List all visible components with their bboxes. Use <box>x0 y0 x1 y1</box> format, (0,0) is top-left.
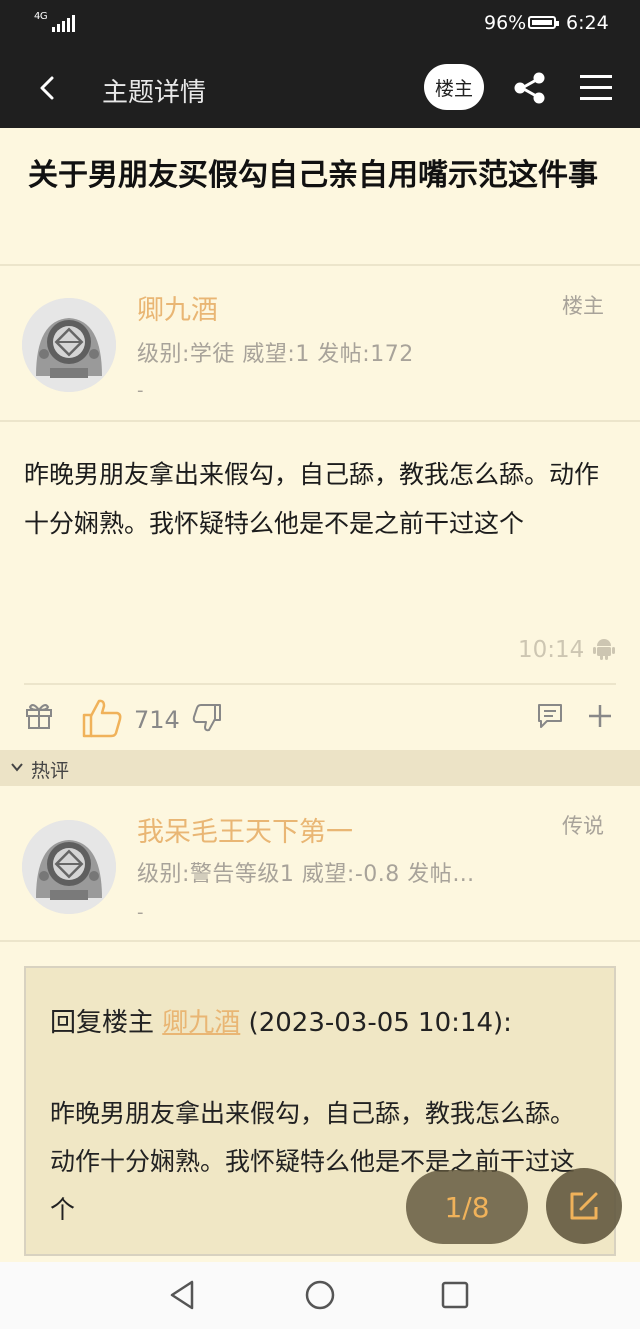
topic-title: 关于男朋友买假勾自己亲自用嘴示范这件事 <box>28 158 598 193</box>
author-name[interactable]: 卿九酒 <box>137 288 218 327</box>
chevron-down-icon <box>11 763 23 772</box>
reply-author-extra: - <box>137 902 144 923</box>
battery-percent: 96% <box>484 12 527 34</box>
android-icon <box>593 639 615 660</box>
author-extra: - <box>137 380 144 401</box>
nav-back-icon[interactable] <box>166 1278 200 1312</box>
quote-prefix: 回复楼主 <box>50 1008 163 1038</box>
comment-icon[interactable] <box>536 702 564 730</box>
page-indicator-button[interactable]: 1/8 <box>406 1170 528 1244</box>
post-time: 10:14 <box>518 637 585 663</box>
reply-author-stats: 级别:警告等级1 威望:-0.8 发帖… <box>137 862 475 887</box>
diver-helmet-icon <box>22 820 116 914</box>
diver-helmet-icon <box>22 298 116 392</box>
avatar[interactable] <box>22 298 116 392</box>
page-title: 主题详情 <box>102 78 207 108</box>
quote-header: 回复楼主 卿九酒 (2023-03-05 10:14): <box>50 1002 512 1039</box>
hot-comments-label: 热评 <box>31 760 70 782</box>
nav-home-icon[interactable] <box>303 1278 337 1312</box>
signal-icon <box>52 14 75 32</box>
status-bar: 4G 96% 6:24 <box>0 0 640 48</box>
reply-fab-button[interactable] <box>546 1168 622 1244</box>
gift-icon[interactable] <box>24 700 54 730</box>
thumbs-up-icon[interactable] <box>80 696 124 740</box>
network-label: 4G <box>34 11 48 22</box>
menu-icon[interactable] <box>578 72 614 104</box>
nav-recents-icon[interactable] <box>438 1278 472 1312</box>
like-count: 714 <box>134 706 180 734</box>
reply-author-role: 传说 <box>562 814 604 838</box>
quote-date: (2023-03-05 10:14): <box>240 1008 512 1038</box>
divider <box>0 940 640 942</box>
hot-comments-header[interactable]: 热评 <box>0 750 640 786</box>
app-header: 主题详情 楼主 <box>0 48 640 128</box>
share-icon[interactable] <box>510 68 550 108</box>
only-op-button[interactable]: 楼主 <box>424 64 484 110</box>
back-arrow-icon[interactable] <box>32 70 62 106</box>
quote-author-link[interactable]: 卿九酒 <box>162 1008 240 1038</box>
avatar[interactable] <box>22 820 116 914</box>
edit-icon <box>570 1192 598 1220</box>
battery-icon <box>528 16 559 29</box>
divider <box>0 420 640 422</box>
system-nav-bar <box>0 1262 640 1329</box>
author-role: 楼主 <box>562 294 604 318</box>
author-stats: 级别:学徒 威望:1 发帖:172 <box>137 342 414 367</box>
post-content: 昨晚男朋友拿出来假勾，自己舔，教我怎么舔。动作十分娴熟。我怀疑特么他是不是之前干… <box>24 460 600 538</box>
plus-icon[interactable] <box>586 702 614 730</box>
thumbs-down-icon[interactable] <box>191 702 223 734</box>
clock: 6:24 <box>566 12 609 34</box>
divider <box>0 264 640 266</box>
divider <box>24 683 616 685</box>
reply-author-name[interactable]: 我呆毛王天下第一 <box>137 810 353 849</box>
